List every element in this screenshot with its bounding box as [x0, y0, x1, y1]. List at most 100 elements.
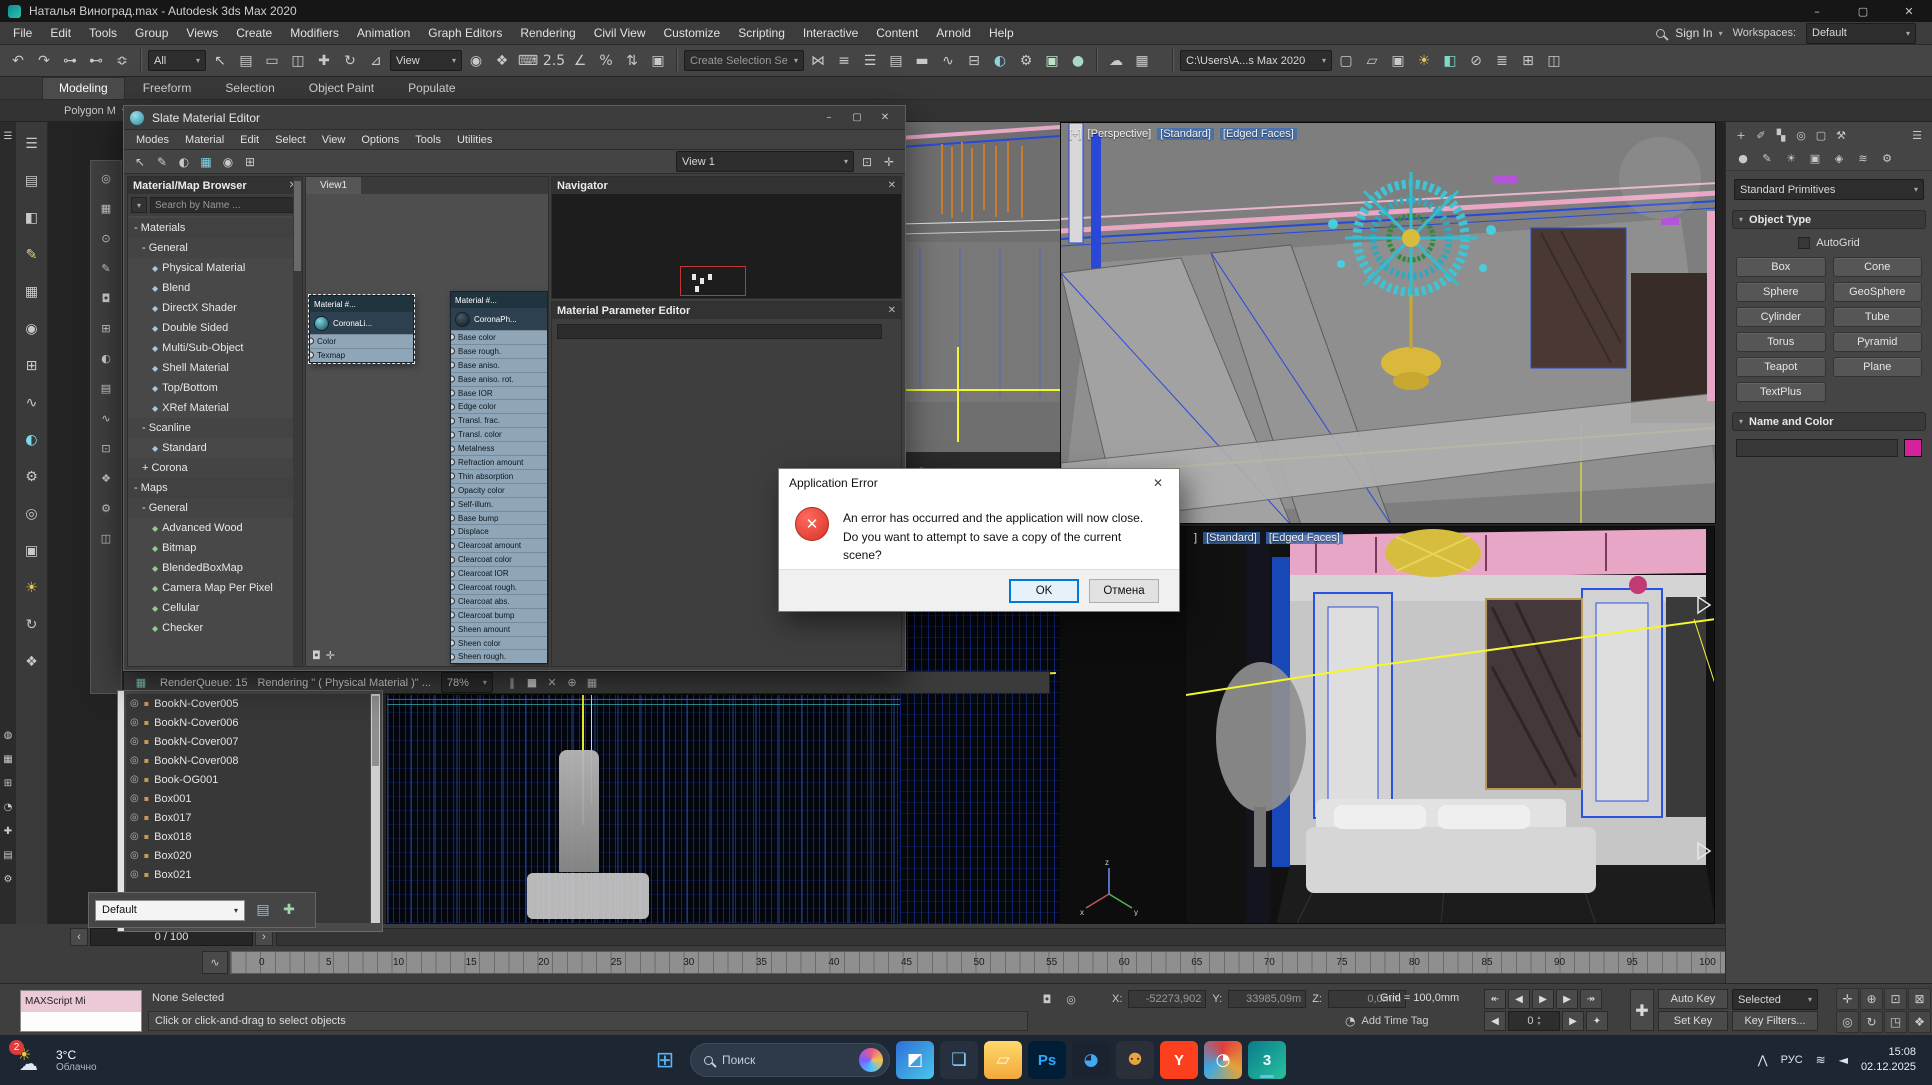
set-keys-button[interactable]: ✚ — [1630, 989, 1654, 1031]
node-parameter-slot[interactable]: Color — [310, 334, 413, 348]
slate-zoom-extents-icon[interactable]: ⊡ — [857, 152, 877, 172]
space-warps-category-icon[interactable]: ≋ — [1854, 149, 1872, 167]
object-type-button[interactable]: Tube — [1833, 307, 1923, 327]
selection-lock-icon[interactable]: ◘ — [1038, 990, 1056, 1008]
sidebar-light-icon[interactable]: ☀ — [20, 576, 44, 600]
node-parameter-slot[interactable]: Opacity color — [451, 483, 547, 497]
hierarchy-tab-icon[interactable]: ▚ — [1772, 126, 1790, 144]
autogrid-checkbox[interactable] — [1798, 237, 1810, 249]
next-key-button[interactable]: ▶ — [1556, 989, 1578, 1009]
sidebar-menu-icon[interactable]: ☰ — [20, 132, 44, 156]
inner-tool-icon[interactable]: ▦ — [97, 199, 115, 217]
object-type-button[interactable]: Teapot — [1736, 357, 1826, 377]
sidebar-curves-icon[interactable]: ∿ — [20, 391, 44, 415]
view-tab[interactable]: View1 — [306, 177, 361, 194]
node-canvas[interactable]: Material #... CoronaLi... ColorTexmap Ma… — [306, 194, 548, 666]
x-coordinate-field[interactable]: -52273,902 — [1128, 990, 1206, 1008]
menu-item[interactable]: File — [4, 22, 41, 44]
edge-dock-icon[interactable]: ◔ — [0, 799, 16, 815]
add-time-tag[interactable]: ◔ Add Time Tag — [1345, 1014, 1429, 1028]
select-by-name-icon[interactable]: ▤ — [234, 49, 258, 73]
schematic-view-icon[interactable]: ⊟ — [962, 49, 986, 73]
pause-render-icon[interactable]: ‖ — [503, 674, 521, 692]
create-tab-icon[interactable]: + — [1732, 126, 1750, 144]
weather-widget[interactable]: ☀ ☁ 2 3°C Облачно — [0, 1044, 160, 1076]
navigator-view[interactable] — [552, 194, 901, 298]
frame-spinner-down-icon[interactable]: ▾ — [1538, 1021, 1541, 1027]
show-shaded-material-in-viewport-icon[interactable]: ▦ — [196, 152, 216, 172]
systems-category-icon[interactable]: ⚙ — [1878, 149, 1896, 167]
browser-item-blendedboxmap[interactable]: ◆ BlendedBoxMap — [128, 558, 302, 578]
goto-end-button[interactable]: ↠ — [1580, 989, 1602, 1009]
object-type-button[interactable]: Cone — [1833, 257, 1923, 277]
browser-group-materials[interactable]: ◆ - Materials — [128, 218, 302, 238]
snaps-toggle-icon[interactable]: 2.5 — [542, 49, 566, 73]
name-and-color-rollout[interactable]: ▾ Name and Color — [1732, 412, 1926, 431]
keyboard-shortcut-override-icon[interactable]: ⌨ — [516, 49, 540, 73]
project-folder-dropdown[interactable]: C:\Users\A...s Max 2020 ▾ — [1180, 50, 1332, 71]
visibility-eye-icon[interactable]: ◎ — [130, 698, 139, 709]
error-dialog-titlebar[interactable]: Application Error ✕ — [779, 469, 1179, 497]
toggle-layer-explorer-icon[interactable]: ▤ — [884, 49, 908, 73]
select-object-icon[interactable]: ↖ — [208, 49, 232, 73]
search-icon[interactable] — [1656, 29, 1665, 38]
goto-start-button[interactable]: ↞ — [1484, 989, 1506, 1009]
isolate-selection-icon[interactable]: ◎ — [1062, 990, 1080, 1008]
menu-item[interactable]: Group — [126, 22, 177, 44]
viewport-label-part[interactable]: [Edged Faces] — [1220, 128, 1297, 140]
slate-maximize-button[interactable]: ▢ — [843, 108, 871, 128]
named-selection-set-dropdown[interactable]: Create Selection Se ▾ — [684, 50, 804, 71]
window-crossing-icon[interactable]: ◫ — [286, 49, 310, 73]
scene-explorer-row[interactable]: ◎ ▪ Book-OG001 — [126, 770, 370, 789]
clock[interactable]: 15:08 02.12.2025 — [1861, 1045, 1916, 1075]
visibility-eye-icon[interactable]: ◎ — [130, 793, 139, 804]
hamburger-icon[interactable]: ☰ — [0, 128, 16, 144]
perspective-viewport-label[interactable]: [+][Perspective][Standard][Edged Faces] — [1069, 128, 1297, 140]
viewport-label-part[interactable]: ] — [1194, 532, 1197, 544]
object-color-swatch[interactable] — [1904, 439, 1922, 457]
ribbon-panel-label[interactable]: Polygon M — [64, 105, 116, 117]
node-parameter-slot[interactable]: Sheen rough. — [451, 649, 547, 663]
menu-item[interactable]: Edit — [41, 22, 80, 44]
scene-explorer-row[interactable]: ◎ ▪ Box021 — [126, 865, 370, 884]
edge-dock-icon[interactable]: ▦ — [0, 751, 16, 767]
viewport-label-part[interactable]: [Standard] — [1203, 532, 1260, 544]
slate-view-dropdown[interactable]: View 1 ▾ — [676, 151, 854, 172]
browser-item-camera-map-per-pixel[interactable]: ◆ Camera Map Per Pixel — [128, 578, 302, 598]
network-icon[interactable]: ≋ — [1816, 1053, 1826, 1067]
inner-tool-icon[interactable]: ◘ — [97, 289, 115, 307]
open-mini-curve-editor-button[interactable]: ∿ — [202, 951, 228, 974]
navigator-close-icon[interactable]: ✕ — [888, 180, 896, 191]
hidden-icons-chevron[interactable]: ⋀ — [1758, 1053, 1768, 1067]
helpers-category-icon[interactable]: ◈ — [1830, 149, 1848, 167]
scene-explorer-row[interactable]: ◎ ▪ Box018 — [126, 827, 370, 846]
inner-tool-icon[interactable]: ⚙ — [97, 499, 115, 517]
yandex-browser[interactable]: ◔ — [1204, 1041, 1242, 1079]
node-parameter-slot[interactable]: Displace — [451, 524, 547, 538]
node-parameter-slot[interactable]: Self-illum. — [451, 497, 547, 511]
display-toggle-icon[interactable]: ◫ — [1542, 49, 1566, 73]
sidebar-snap-icon[interactable]: ⊞ — [20, 354, 44, 378]
inner-tool-icon[interactable]: ∿ — [97, 409, 115, 427]
redo-icon[interactable]: ↷ — [32, 49, 56, 73]
inner-tool-icon[interactable]: ❖ — [97, 469, 115, 487]
selection-filter-dropdown[interactable]: All ▾ — [148, 50, 206, 71]
menu-item[interactable]: Tools — [80, 22, 126, 44]
visibility-eye-icon[interactable]: ◎ — [130, 755, 139, 766]
visibility-eye-icon[interactable]: ◎ — [130, 869, 139, 880]
track-prev-button[interactable]: ‹ — [70, 928, 88, 946]
search-highlights-icon[interactable] — [859, 1048, 883, 1072]
browser-item-checker[interactable]: ◆ Checker — [128, 618, 302, 638]
maxscript-input[interactable] — [21, 1012, 141, 1031]
language-indicator[interactable]: РУС — [1781, 1054, 1803, 1066]
slate-titlebar[interactable]: Slate Material Editor – ▢ ✕ — [124, 106, 905, 130]
browser-item-bitmap[interactable]: ◆ Bitmap — [128, 538, 302, 558]
task-view-button[interactable]: ❏ — [940, 1041, 978, 1079]
node-parameter-slot[interactable]: Refraction amount — [451, 455, 547, 469]
select-and-link-icon[interactable]: ⊶ — [58, 49, 82, 73]
people[interactable]: ⚉ — [1116, 1041, 1154, 1079]
node-parameter-slot[interactable]: Base aniso. — [451, 358, 547, 372]
object-type-button[interactable]: GeoSphere — [1833, 282, 1923, 302]
browser-scrollbar[interactable] — [293, 177, 302, 666]
node-parameter-slot[interactable]: Base IOR — [451, 386, 547, 400]
